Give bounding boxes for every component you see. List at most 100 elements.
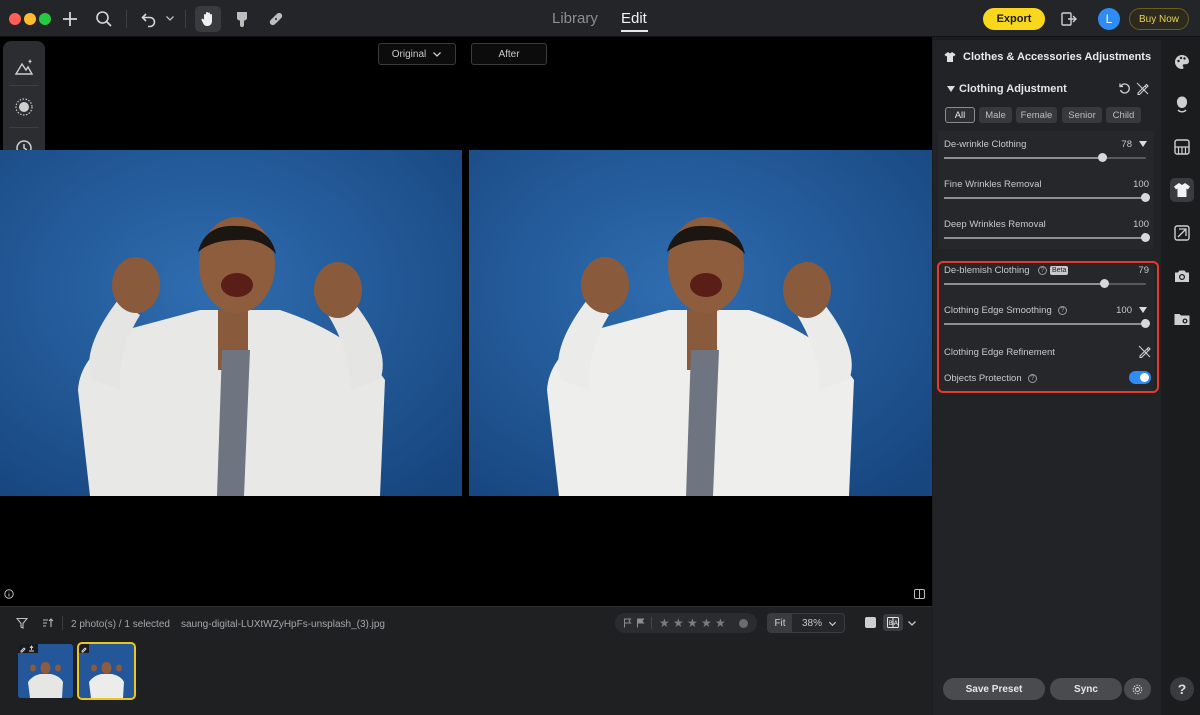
chip-female[interactable]: Female [1016, 107, 1057, 123]
crop-remove-icon[interactable] [1173, 224, 1191, 242]
dewrinkle-slider-handle[interactable] [1098, 153, 1107, 162]
after-view-button[interactable]: After [471, 43, 547, 65]
deep-wrinkles-slider-handle[interactable] [1141, 233, 1150, 242]
bandage-icon [269, 12, 283, 26]
fine-wrinkles-slider-handle[interactable] [1141, 193, 1150, 202]
svg-text:B: B [889, 620, 893, 627]
tab-library[interactable]: Library [552, 10, 598, 27]
split-view-icon[interactable] [914, 589, 925, 599]
chip-all[interactable]: All [945, 107, 975, 123]
hand-tool-button[interactable] [195, 6, 221, 32]
before-after-view-button[interactable]: BA [883, 614, 903, 631]
person-photo-illustration [0, 150, 462, 496]
before-after-icon: BA [887, 617, 899, 628]
star-icon-5[interactable]: ★ [715, 616, 726, 630]
highlight-box [937, 261, 1159, 393]
filter-icon[interactable] [16, 617, 28, 629]
healing-tool-button[interactable] [263, 6, 289, 32]
dewrinkle-slider[interactable] [944, 157, 1146, 159]
chip-child[interactable]: Child [1106, 107, 1141, 123]
thumbnail-2[interactable] [77, 642, 136, 700]
original-view-select[interactable]: Original [378, 43, 456, 65]
chevron-down-icon [828, 621, 837, 627]
single-view-button[interactable] [865, 617, 876, 628]
background-grid-icon[interactable] [1173, 138, 1191, 156]
star-icon-2[interactable]: ★ [673, 616, 684, 630]
info-icon[interactable] [4, 589, 14, 599]
camera-icon[interactable] [1173, 267, 1191, 285]
help-button[interactable]: ? [1170, 677, 1194, 701]
landscape-ai-icon[interactable] [14, 57, 34, 77]
reset-icon[interactable] [1118, 82, 1131, 95]
toolbar-divider [126, 10, 127, 28]
export-to-button[interactable] [1056, 6, 1082, 32]
filename-label: saung-digital-LUXtWZyHpFs-unsplash_(3).j… [181, 619, 385, 630]
tab-edit[interactable]: Edit [621, 10, 647, 27]
export-button[interactable]: Export [983, 8, 1045, 30]
palette-icon[interactable] [1173, 53, 1191, 71]
zoom-window-button[interactable] [39, 13, 51, 25]
chip-senior[interactable]: Senior [1062, 107, 1102, 123]
panel-title: Clothes & Accessories Adjustments [963, 51, 1152, 63]
minimize-window-button[interactable] [24, 13, 36, 25]
dewrinkle-value[interactable]: 78 [1102, 139, 1132, 150]
add-photos-button[interactable] [57, 6, 83, 32]
flag-icon[interactable] [623, 618, 633, 628]
gear-icon [1132, 684, 1143, 694]
undo-icon [141, 13, 156, 28]
sync-settings-button[interactable] [1124, 678, 1151, 700]
view-chevron-down-icon[interactable] [907, 618, 917, 628]
after-photo [469, 150, 932, 496]
color-label-dot[interactable] [739, 619, 748, 628]
filmstrip-divider [62, 616, 63, 630]
sync-button[interactable]: Sync [1050, 678, 1122, 700]
reject-flag-icon[interactable] [636, 618, 646, 628]
deep-wrinkles-slider[interactable] [944, 237, 1146, 239]
history-chevron-down-icon[interactable] [165, 13, 175, 23]
deep-wrinkles-label: Deep Wrinkles Removal [944, 219, 1046, 230]
fine-wrinkles-slider[interactable] [944, 197, 1146, 199]
hand-icon [201, 12, 212, 26]
star-icon-4[interactable]: ★ [701, 616, 712, 630]
filmstrip-bar: 2 photo(s) / 1 selected saung-digital-LU… [0, 606, 932, 715]
folder-settings-icon[interactable] [1173, 310, 1191, 328]
original-photo [0, 150, 462, 496]
dewrinkle-expand-icon[interactable] [1139, 141, 1147, 147]
thumbnail-image [79, 644, 134, 698]
thumbnail-image [18, 644, 73, 698]
tool-divider [9, 127, 39, 128]
thumbnail-1[interactable] [18, 644, 73, 698]
fine-wrinkles-label: Fine Wrinkles Removal [944, 179, 1042, 190]
sort-icon[interactable] [42, 617, 54, 629]
close-window-button[interactable] [9, 13, 21, 25]
brush-icon [237, 12, 247, 27]
search-button[interactable] [91, 6, 117, 32]
plus-icon [63, 12, 77, 26]
after-label: After [498, 48, 520, 60]
clothing-shirt-icon[interactable] [1173, 181, 1191, 199]
shirt-icon [944, 52, 956, 62]
sun-icon[interactable] [14, 97, 34, 117]
zoom-level: 38% [802, 618, 823, 629]
section-title: Clothing Adjustment [959, 83, 1067, 95]
section-collapse-icon[interactable] [947, 86, 955, 92]
toolbar-divider [185, 10, 186, 28]
user-avatar[interactable]: L [1098, 8, 1120, 30]
original-label: Original [391, 48, 427, 60]
fit-button[interactable]: Fit [768, 614, 792, 632]
buy-now-button[interactable]: Buy Now [1129, 8, 1189, 30]
zoom-control[interactable]: Fit 38% [767, 613, 845, 633]
face-portrait-icon[interactable] [1173, 95, 1191, 113]
eraser-toggle-icon[interactable] [1136, 82, 1149, 95]
deep-wrinkles-value[interactable]: 100 [1119, 219, 1149, 230]
brush-tool-button[interactable] [229, 6, 255, 32]
undo-button[interactable] [136, 6, 162, 32]
chip-male[interactable]: Male [979, 107, 1012, 123]
chevron-down-icon [433, 52, 442, 57]
save-preset-button[interactable]: Save Preset [943, 678, 1045, 700]
star-icon-3[interactable]: ★ [687, 616, 698, 630]
fine-wrinkles-value[interactable]: 100 [1119, 179, 1149, 190]
rating-bar: ★ ★ ★ ★ ★ [615, 613, 757, 633]
star-icon-1[interactable]: ★ [659, 616, 670, 630]
active-tab-indicator [621, 30, 648, 32]
